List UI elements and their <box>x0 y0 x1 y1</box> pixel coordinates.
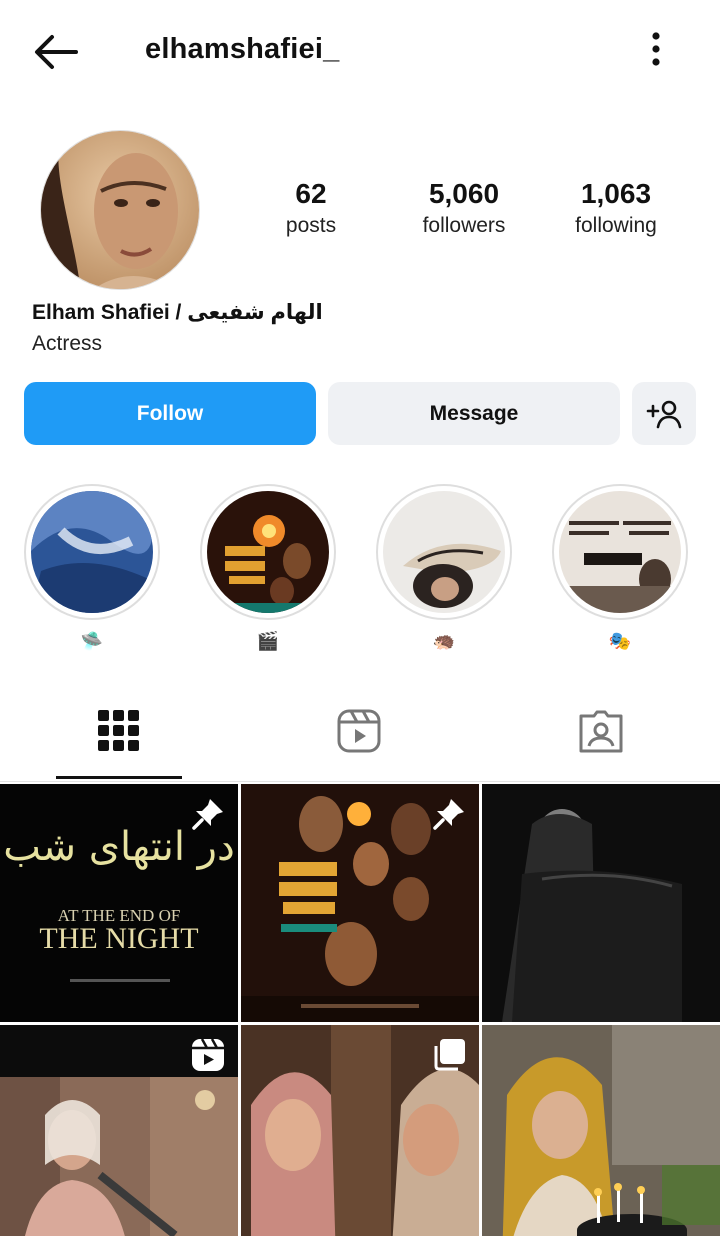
back-button[interactable] <box>30 30 82 74</box>
story-highlight[interactable]: 🛸 <box>24 484 160 654</box>
carousel-icon <box>434 1039 465 1071</box>
tab-posts-grid[interactable] <box>96 708 142 754</box>
more-vertical-icon <box>652 32 660 66</box>
message-button[interactable]: Message <box>328 382 620 445</box>
pin-icon <box>433 799 464 830</box>
follow-button[interactable]: Follow <box>24 382 316 445</box>
post-tile[interactable] <box>0 1025 238 1236</box>
tab-reels[interactable] <box>336 708 382 754</box>
story-highlight-label: 🎭 <box>608 631 632 651</box>
profile-tabs <box>0 690 720 782</box>
arrow-left-icon <box>35 35 78 69</box>
stat-following-label: following <box>575 214 657 237</box>
grid-icon <box>98 710 139 751</box>
poster-title: THE NIGHT <box>39 922 199 955</box>
post-tile[interactable] <box>482 784 720 1022</box>
profile-full-name: Elham Shafiei / الهام شفیعی <box>32 301 323 324</box>
reel-icon <box>192 1038 224 1071</box>
stat-posts-count: 62 <box>295 178 327 209</box>
story-highlight[interactable]: 🎬 <box>200 484 336 654</box>
stat-following-count: 1,063 <box>580 178 652 209</box>
post-tile[interactable] <box>241 784 479 1022</box>
story-highlight-label: 🛸 <box>80 631 104 651</box>
stat-followers-count: 5,060 <box>428 178 500 209</box>
pin-icon <box>192 799 223 830</box>
reels-icon <box>337 709 381 753</box>
profile-avatar[interactable] <box>40 130 200 290</box>
suggest-users-button[interactable] <box>632 382 696 445</box>
story-highlight[interactable]: 🎭 <box>552 484 688 654</box>
post-tile[interactable] <box>482 1025 720 1236</box>
person-add-icon <box>646 400 682 428</box>
stat-posts[interactable]: 62 posts <box>236 178 386 238</box>
tab-tagged[interactable] <box>578 708 624 754</box>
profile-bio: Actress <box>32 332 103 355</box>
more-options-button[interactable] <box>640 30 672 70</box>
tagged-icon <box>579 710 623 753</box>
active-tab-indicator <box>56 776 182 779</box>
stat-posts-label: posts <box>285 214 337 237</box>
stat-following[interactable]: 1,063 following <box>541 178 691 238</box>
top-bar: elhamshafiei_ <box>0 0 720 104</box>
story-highlight-label: 🎬 <box>256 631 280 651</box>
stat-followers[interactable]: 5,060 followers <box>389 178 539 238</box>
story-highlight[interactable]: 🦔 <box>376 484 512 654</box>
post-tile[interactable] <box>241 1025 479 1236</box>
stat-followers-label: followers <box>422 214 506 237</box>
profile-username: elhamshafiei_ <box>145 33 340 65</box>
post-tile[interactable]: در انتهای شب AT THE END OF THE NIGHT <box>0 784 238 1022</box>
story-highlight-label: 🦔 <box>432 631 456 651</box>
